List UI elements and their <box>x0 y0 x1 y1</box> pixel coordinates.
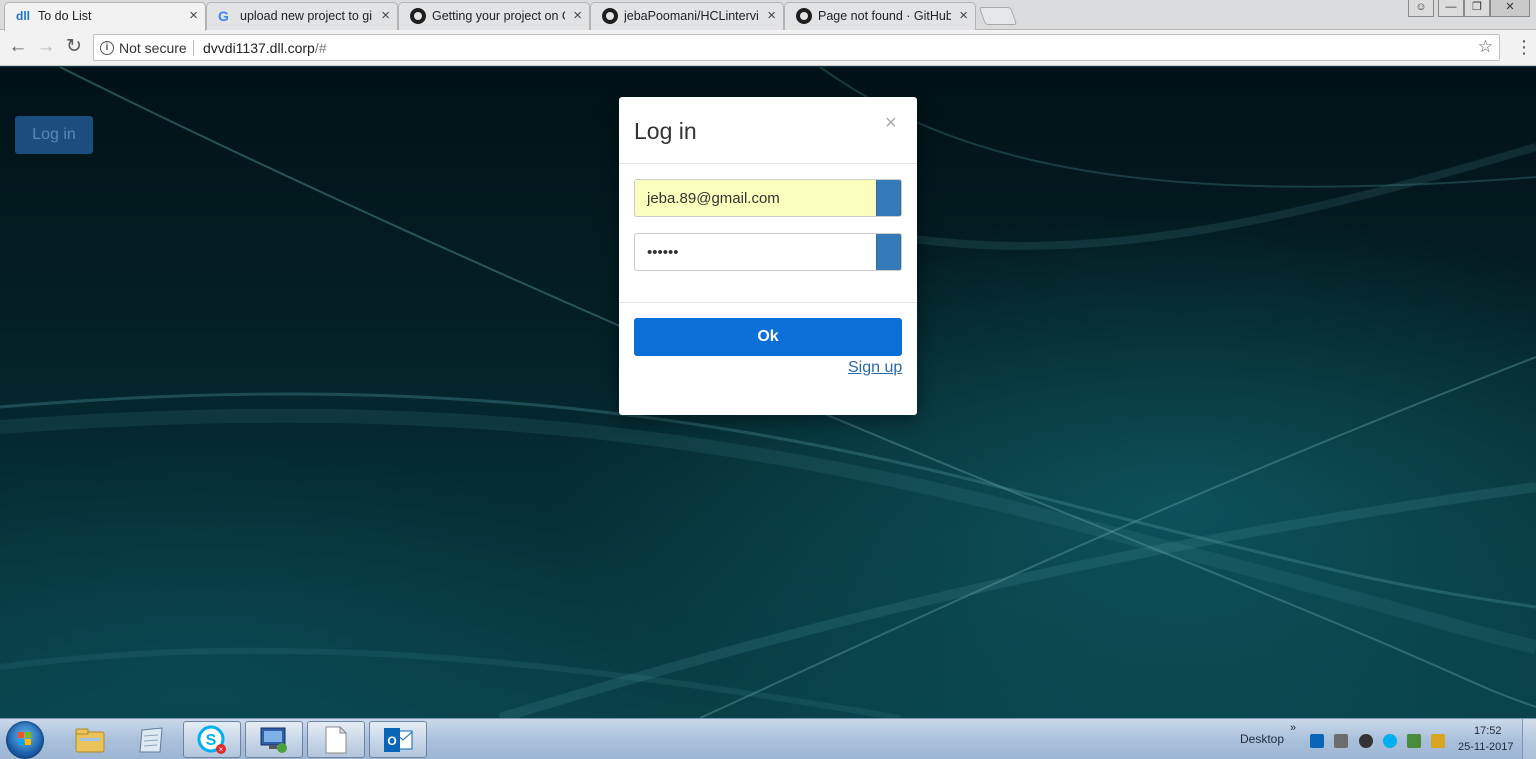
github-icon <box>602 8 618 24</box>
login-modal: Log in × Ok Sign up <box>619 97 917 415</box>
reload-icon[interactable]: ↻ <box>63 36 85 58</box>
notepad-icon <box>139 726 163 752</box>
forward-arrow-icon[interactable]: → <box>35 36 57 58</box>
close-icon[interactable]: × <box>885 113 897 133</box>
browser-toolbar: ← → ↻ i Not secure dvvdi1137.dll.corp/# … <box>0 30 1536 66</box>
dll-logo-icon: dll <box>16 9 30 23</box>
tab-close-icon[interactable]: × <box>573 3 582 29</box>
toolbar-chevron-icon[interactable]: » <box>1290 722 1296 734</box>
email-addon <box>876 180 901 216</box>
restore-icon[interactable]: ❐ <box>1464 0 1490 17</box>
svg-text:O: O <box>387 734 396 748</box>
windows-taskbar: S × O Desktop » 17:52 25-11-2017 <box>0 718 1536 759</box>
tab-close-icon[interactable]: × <box>767 3 776 29</box>
start-button[interactable] <box>6 721 44 759</box>
tab-title: Getting your project on G <box>432 9 565 23</box>
taskbar-notepad[interactable] <box>122 721 180 758</box>
page-viewport: Log in Log in × Ok Sign up <box>0 67 1536 718</box>
google-icon: G <box>218 8 229 24</box>
desktop-toolbar-label[interactable]: Desktop <box>1240 732 1284 746</box>
browser-menu-icon[interactable]: ⋮ <box>1515 36 1533 58</box>
tab-jebapoomani-repo[interactable]: jebaPoomani/HCLintervie × <box>590 2 784 30</box>
github-icon <box>796 8 812 24</box>
tab-to-do-list[interactable]: dll To do List × <box>4 2 206 31</box>
remote-desktop-icon <box>260 727 287 753</box>
modal-divider <box>619 302 917 303</box>
info-icon[interactable]: i <box>100 41 114 55</box>
skype-icon: S × <box>197 725 226 754</box>
lock-tray-icon[interactable] <box>1431 734 1445 748</box>
ok-button[interactable]: Ok <box>634 318 902 356</box>
taskbar-skype[interactable]: S × <box>183 721 241 758</box>
page-login-button[interactable]: Log in <box>15 116 93 154</box>
github-icon <box>410 8 426 24</box>
window-close-icon[interactable]: ✕ <box>1490 0 1530 17</box>
back-arrow-icon[interactable]: ← <box>7 36 29 58</box>
clock-time[interactable]: 17:52 <box>1474 725 1502 737</box>
new-tab-button[interactable] <box>978 7 1018 25</box>
password-field[interactable] <box>635 234 878 270</box>
clock-date[interactable]: 25-11-2017 <box>1458 741 1513 753</box>
tab-close-icon[interactable]: × <box>959 3 968 29</box>
modal-title: Log in <box>634 118 697 144</box>
taskbar-document[interactable] <box>307 721 365 758</box>
url-path: /# <box>314 40 327 56</box>
svg-text:S: S <box>206 732 217 749</box>
password-field-group <box>634 233 902 271</box>
tab-title: Page not found · GitHub <box>818 9 951 23</box>
explorer-icon <box>75 728 105 752</box>
url-host: dvvdi1137.dll.corp <box>203 40 315 56</box>
omnibox-divider <box>193 40 194 56</box>
taskbar-outlook[interactable]: O <box>369 721 427 758</box>
url-text[interactable]: dvvdi1137.dll.corp/# <box>203 40 327 56</box>
password-addon <box>876 234 901 270</box>
security-label[interactable]: Not secure <box>119 40 187 56</box>
taskbar-explorer[interactable] <box>61 721 119 758</box>
outlook-tray-icon[interactable] <box>1310 734 1324 748</box>
bookmark-star-icon[interactable]: ☆ <box>1478 37 1493 57</box>
minimize-icon[interactable]: — <box>1438 0 1464 17</box>
tab-title: To do List <box>38 9 92 23</box>
email-field[interactable] <box>635 180 878 216</box>
tab-close-icon[interactable]: × <box>381 3 390 29</box>
skype-tray-icon[interactable] <box>1383 734 1397 748</box>
tab-close-icon[interactable]: × <box>189 3 198 29</box>
modal-header: Log in × <box>619 97 917 164</box>
tab-title: upload new project to gi <box>240 9 373 23</box>
browser-tab-strip: dll To do List × G upload new project to… <box>0 0 1536 31</box>
sign-up-link[interactable]: Sign up <box>848 359 902 377</box>
network-tray-icon[interactable] <box>1407 734 1421 748</box>
address-bar[interactable]: i Not secure dvvdi1137.dll.corp/# ☆ <box>93 34 1500 61</box>
tab-title: jebaPoomani/HCLintervie <box>624 9 759 23</box>
profile-icon[interactable]: ☺ <box>1408 0 1434 17</box>
tab-page-not-found[interactable]: Page not found · GitHub × <box>784 2 976 30</box>
printer-tray-icon[interactable] <box>1334 734 1348 748</box>
blank-document-icon <box>325 725 348 753</box>
taskbar-remote-desktop[interactable] <box>245 721 303 758</box>
tab-upload-project[interactable]: G upload new project to gi × <box>206 2 398 30</box>
email-field-group <box>634 179 902 217</box>
sync-tray-icon[interactable] <box>1359 734 1373 748</box>
svg-text:×: × <box>219 745 224 754</box>
windows-logo-icon <box>18 732 31 745</box>
outlook-icon: O <box>384 727 413 752</box>
show-desktop-button[interactable] <box>1522 719 1536 759</box>
tab-getting-project[interactable]: Getting your project on G × <box>398 2 590 30</box>
